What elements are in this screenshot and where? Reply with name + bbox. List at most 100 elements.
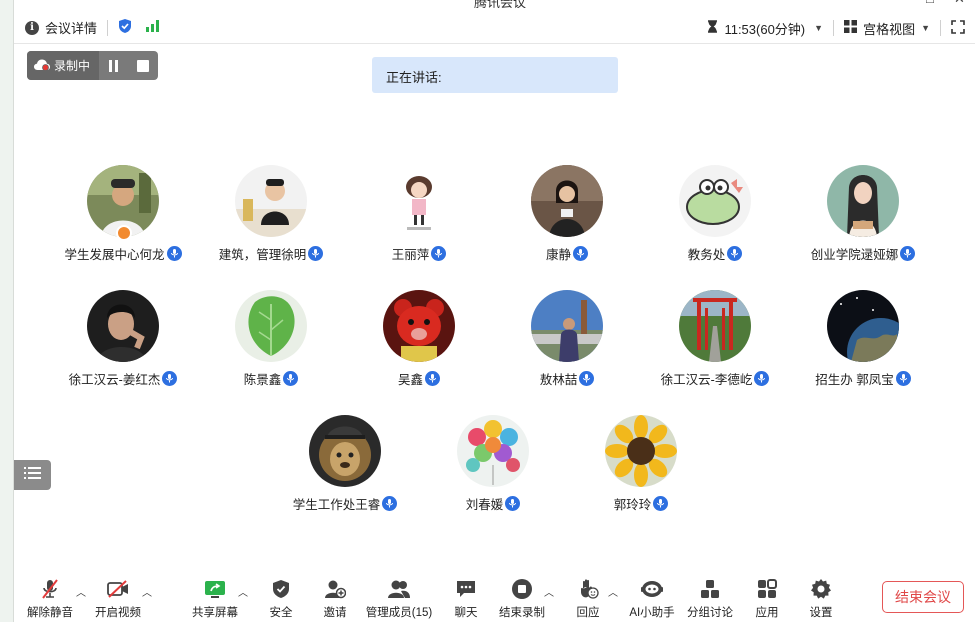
gear-icon <box>806 576 836 602</box>
maximize-icon[interactable]: □ <box>926 0 934 6</box>
participant-name: 郭玲玲 <box>613 497 652 512</box>
participant-name: 学生发展中心何龙 <box>64 247 165 262</box>
avatar <box>383 165 455 237</box>
microphone-icon <box>573 245 588 261</box>
man-dark-portrait-icon <box>87 290 159 362</box>
react-button[interactable]: 回应 <box>572 576 604 620</box>
meeting-details-link[interactable]: 会议详情 <box>45 18 97 37</box>
sunflower-icon <box>605 415 677 487</box>
participant-name: 学生工作处王睿 <box>292 497 381 512</box>
close-icon[interactable]: ✕ <box>954 0 965 7</box>
members-icon <box>364 576 434 602</box>
end-meeting-button[interactable]: 结束会议 <box>882 581 964 613</box>
avatar <box>531 165 603 237</box>
participant-tile[interactable]: 刘春媛 <box>418 415 568 512</box>
recording-status[interactable]: 录制中 <box>27 51 99 80</box>
participant-name: 吴鑫 <box>397 372 423 387</box>
microphone-icon <box>431 245 447 261</box>
participant-name: 陈景鑫 <box>243 372 282 387</box>
avatar <box>679 290 751 362</box>
unmute-button[interactable]: 解除静音 <box>24 576 76 620</box>
participant-name: 徐工汉云-李德屹 <box>660 372 753 387</box>
bottom-toolbar: 解除静音 ︿ 开启视频 ︿ 共享屏幕 ︿ 安全 邀请 管理成员(15) 聊天 结… <box>14 570 975 622</box>
participant-tile[interactable]: 学生发展中心何龙 <box>48 165 198 262</box>
side-panel-toggle[interactable] <box>14 460 51 490</box>
window-title: 腾讯会议 <box>474 0 527 8</box>
participant-tile[interactable]: 敖林喆 <box>492 290 642 387</box>
manage-members-button[interactable]: 管理成员(15) <box>364 576 434 620</box>
red-teddy-bear-icon <box>383 290 455 362</box>
view-mode-button[interactable]: 宫格视图 <box>863 19 915 38</box>
signal-icon[interactable] <box>146 20 160 35</box>
participant-name: 徐工汉云-姜红杰 <box>68 372 161 387</box>
participant-tile[interactable]: 王丽萍 <box>344 165 494 262</box>
participant-tile[interactable]: 徐工汉云-李德屹 <box>640 290 790 387</box>
avatar <box>235 165 307 237</box>
colorful-balloons-icon <box>457 415 529 487</box>
illustrated-girl-icon <box>827 165 899 237</box>
avatar <box>679 165 751 237</box>
avatar <box>87 165 159 241</box>
ai-assistant-button[interactable]: AI小助手 <box>628 576 676 620</box>
recording-indicator: 录制中 <box>27 51 158 80</box>
shield-icon[interactable] <box>118 18 132 37</box>
share-options-caret[interactable]: ︿ <box>238 584 248 599</box>
avatar <box>531 290 603 362</box>
cloud-record-icon <box>33 58 51 74</box>
share-screen-button[interactable]: 共享屏幕 <box>190 576 240 620</box>
invite-button[interactable]: 邀请 <box>318 576 352 620</box>
participant-tile[interactable]: 招生办 郭凤宝 <box>788 290 938 387</box>
participant-tile[interactable]: 郭玲玲 <box>566 415 716 512</box>
stop-recording-button[interactable] <box>128 51 157 80</box>
participant-tile[interactable]: 陈景鑫 <box>196 290 346 387</box>
host-badge-icon <box>116 225 132 241</box>
security-button[interactable]: 安全 <box>264 576 298 620</box>
boy-at-desk-icon <box>235 165 307 237</box>
participant-tile[interactable]: 教务处 <box>640 165 790 262</box>
participant-name: 建筑，管理徐明 <box>218 247 307 262</box>
cartoon-girl-icon <box>383 165 455 237</box>
record-options-caret[interactable]: ︿ <box>544 584 554 599</box>
participant-tile[interactable]: 建筑，管理徐明 <box>196 165 346 262</box>
microphone-icon <box>308 245 324 261</box>
participant-tile[interactable]: 徐工汉云-姜红杰 <box>48 290 198 387</box>
outdoor-person-icon <box>531 290 603 362</box>
microphone-icon <box>900 245 916 261</box>
audio-options-caret[interactable]: ︿ <box>76 584 86 599</box>
participant-name: 王丽萍 <box>391 247 430 262</box>
end-recording-button[interactable]: 结束录制 <box>498 576 546 620</box>
start-video-button[interactable]: 开启视频 <box>92 576 144 620</box>
fullscreen-icon[interactable] <box>951 19 965 37</box>
participant-tile[interactable]: 康静 <box>492 165 642 262</box>
microphone-icon <box>283 370 299 386</box>
microphone-icon <box>579 370 595 386</box>
microphone-icon <box>162 370 178 386</box>
video-options-caret[interactable]: ︿ <box>142 584 152 599</box>
info-icon[interactable]: i <box>25 20 39 35</box>
hourglass-icon <box>707 20 718 36</box>
avatar <box>87 290 159 362</box>
react-options-caret[interactable]: ︿ <box>608 584 618 599</box>
participant-tile[interactable]: 创业学院逯娅娜 <box>788 165 938 262</box>
speaking-indicator: 正在讲话: <box>372 57 618 93</box>
participant-tile[interactable]: 学生工作处王睿 <box>270 415 420 512</box>
settings-button[interactable]: 设置 <box>806 576 836 620</box>
participant-tile[interactable]: 吴鑫 <box>344 290 494 387</box>
apps-button[interactable]: 应用 <box>752 576 782 620</box>
top-right-tools: 11:53(60分钟) ▼ 宫格视图 ▼ <box>707 12 975 44</box>
chevron-down-icon[interactable]: ▼ <box>814 23 823 33</box>
chat-button[interactable]: 聊天 <box>450 576 482 620</box>
raise-hand-icon <box>572 576 604 602</box>
participant-name: 教务处 <box>687 247 726 262</box>
title-bar: 腾讯会议 □ ✕ <box>14 0 975 8</box>
breakout-rooms-button[interactable]: 分组讨论 <box>686 576 734 620</box>
microphone-icon <box>505 495 521 511</box>
grid-view-icon[interactable] <box>844 20 858 36</box>
avatar <box>827 165 899 237</box>
chevron-down-icon[interactable]: ▼ <box>921 23 930 33</box>
microphone-icon <box>727 245 743 261</box>
apps-icon <box>752 576 782 602</box>
participant-name: 创业学院逯娅娜 <box>810 247 899 262</box>
avatar <box>827 290 899 362</box>
pause-recording-button[interactable] <box>99 51 128 80</box>
